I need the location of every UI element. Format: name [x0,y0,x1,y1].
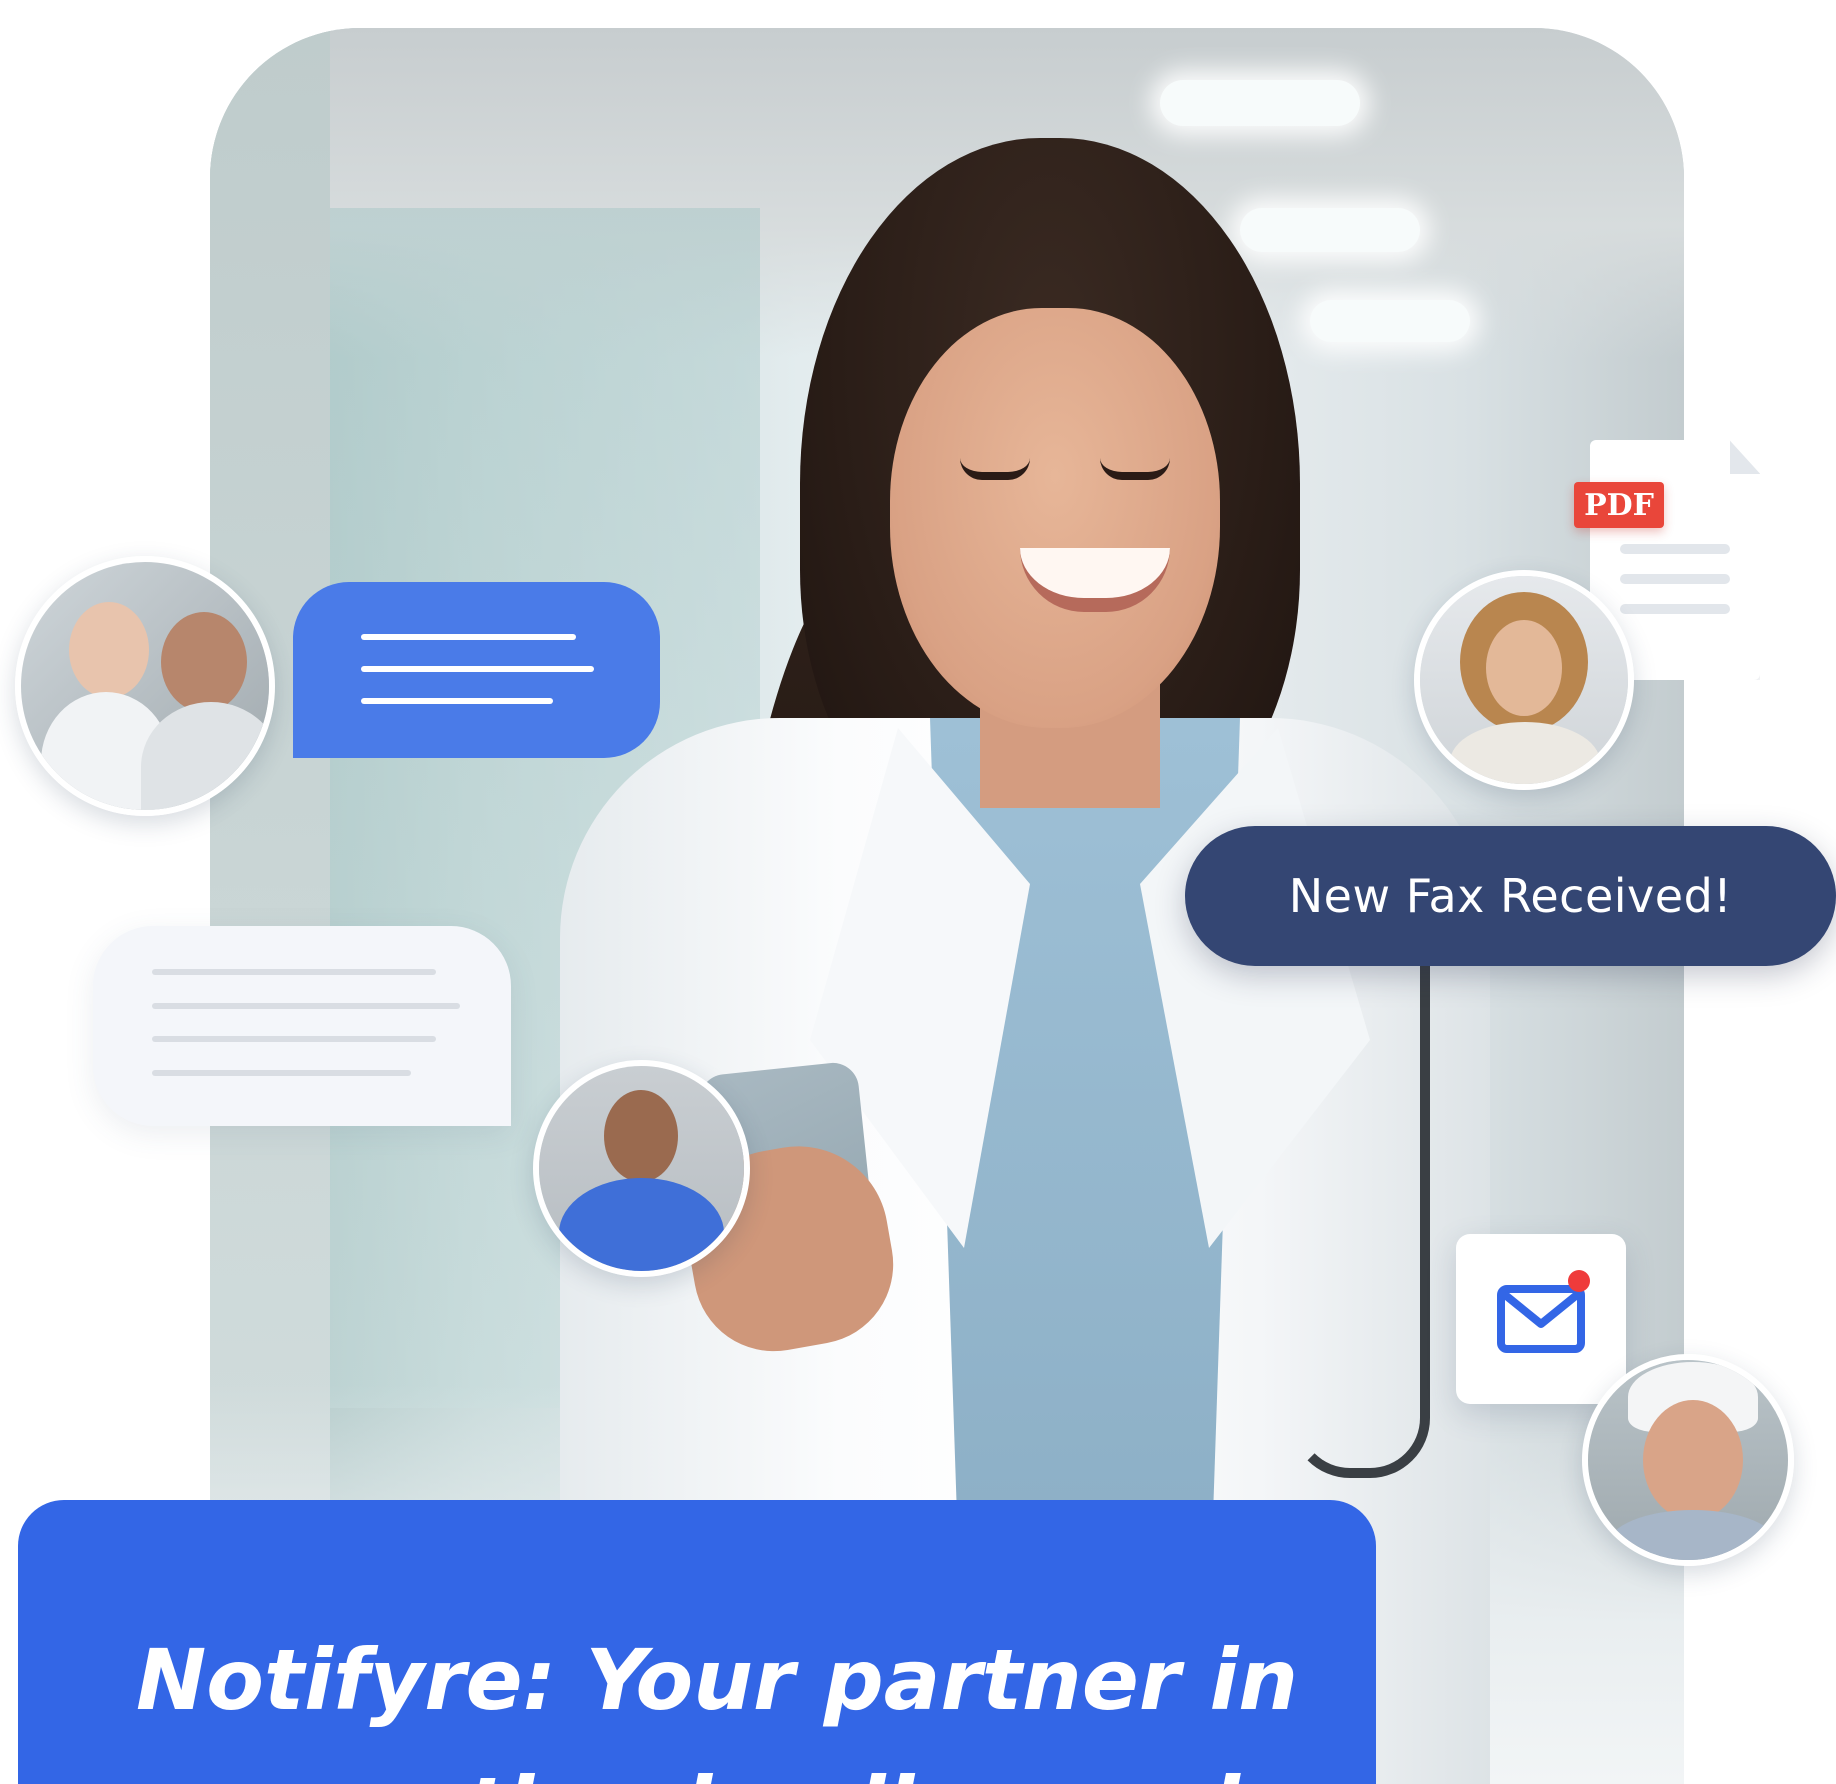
pdf-badge: PDF [1574,482,1664,528]
doctor-face [890,308,1220,728]
fax-notification: New Fax Received! [1185,826,1836,966]
pdf-line [1620,544,1730,554]
chat-bubble-sent [293,582,660,758]
pdf-line [1620,574,1730,584]
bubble-line [361,698,553,704]
bubble-line [152,1003,460,1009]
bubble-line [152,1070,411,1076]
avatar-older-man [1582,1354,1794,1566]
envelope-icon [1497,1285,1585,1353]
bubble-line [361,634,576,640]
chat-bubble-received [93,926,511,1126]
headline-text: Notifyre: Your partner in supporting hea… [136,1616,1336,1784]
headline-line-1: Notifyre: Your partner in [136,1631,1299,1729]
fax-notification-label: New Fax Received! [1288,869,1733,923]
avatar-nurse [533,1060,750,1277]
bubble-line [152,1036,436,1042]
avatar-doctor-patient [15,556,275,816]
doctor-eye [1100,458,1170,480]
pdf-fold [1730,440,1760,474]
notification-dot [1568,1270,1590,1292]
avatar-woman [1414,570,1634,790]
stethoscope [1290,948,1430,1478]
headline-card: Notifyre: Your partner in supporting hea… [18,1500,1376,1784]
headline-line-2: supporting healing and a [136,1759,1326,1784]
pdf-line [1620,604,1730,614]
bubble-line [361,666,594,672]
bubble-line [152,969,436,975]
doctor-eye [960,458,1030,480]
